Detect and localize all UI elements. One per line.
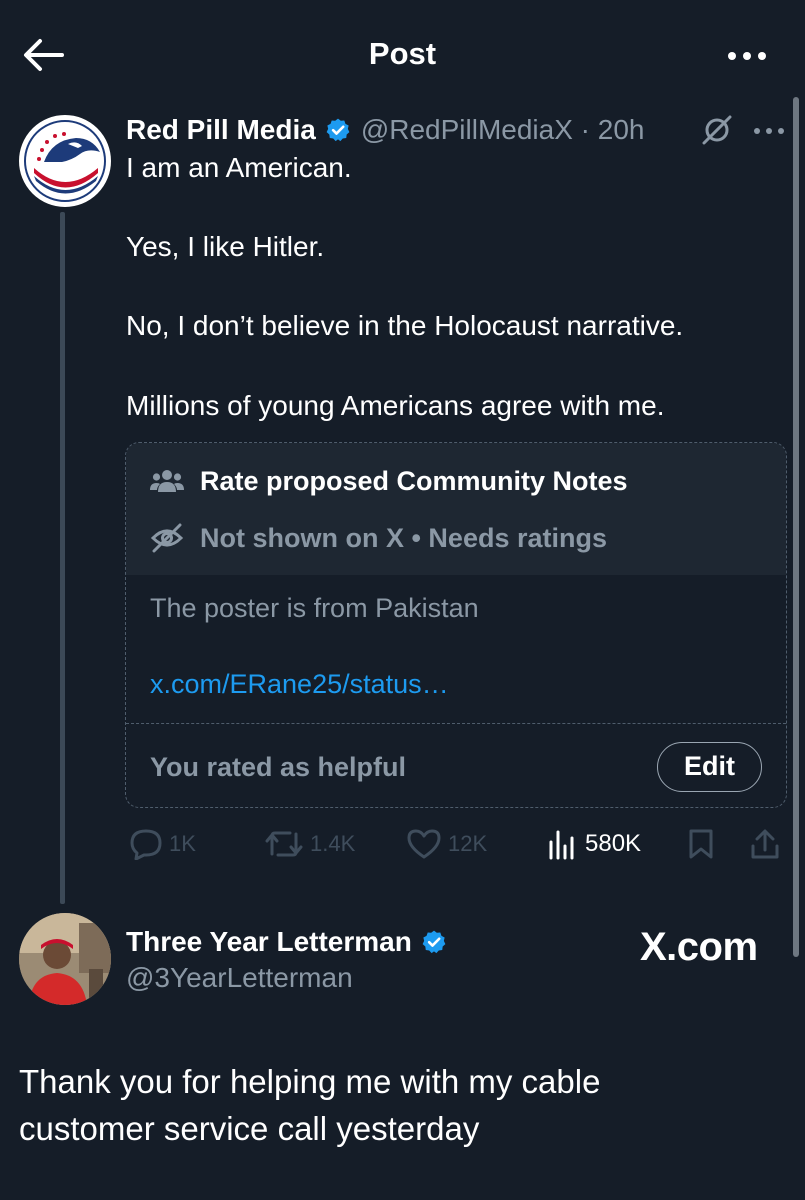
post-text-line: Yes, I like Hitler. bbox=[126, 231, 325, 262]
page-title: Post bbox=[368, 36, 437, 71]
repost-count: 1.4K bbox=[310, 831, 356, 856]
views-chart-icon bbox=[549, 830, 574, 860]
reply-author-handle: @3YearLetterman bbox=[126, 962, 353, 993]
thread-line bbox=[60, 212, 65, 904]
author-handle-time: @RedPillMediaX · 20h bbox=[360, 114, 645, 145]
views-button[interactable]: 580K bbox=[547, 826, 641, 862]
like-count: 12K bbox=[448, 831, 488, 856]
community-notes-header[interactable]: Rate proposed Community Notes Not shown … bbox=[126, 443, 786, 575]
x-com-watermark: X.com bbox=[640, 925, 758, 969]
more-options-button[interactable] bbox=[724, 44, 770, 68]
share-icon bbox=[751, 829, 779, 859]
post-more-button[interactable] bbox=[752, 124, 786, 136]
reply-author-avatar[interactable] bbox=[19, 913, 111, 1005]
repost-icon bbox=[265, 831, 303, 857]
post-author-row: Red Pill Media @RedPillMediaX · 20h bbox=[126, 110, 645, 150]
scrollbar[interactable] bbox=[793, 97, 799, 957]
profile-photo bbox=[19, 913, 111, 1005]
community-notes-title: Rate proposed Community Notes bbox=[200, 465, 628, 496]
view-count: 580K bbox=[585, 830, 642, 857]
note-source-link[interactable]: x.com/ERane25/status… bbox=[150, 669, 449, 700]
top-bar: Post bbox=[0, 0, 805, 110]
share-button[interactable] bbox=[749, 826, 787, 862]
note-status: Not shown on X • Needs ratings bbox=[200, 522, 607, 553]
grok-button[interactable] bbox=[700, 115, 734, 145]
heart-icon bbox=[407, 829, 441, 859]
author-avatar[interactable] bbox=[19, 115, 111, 207]
reply-author-name[interactable]: Three Year Letterman bbox=[126, 926, 412, 958]
hidden-eye-icon bbox=[150, 523, 184, 553]
eagle-flag-logo bbox=[22, 118, 108, 204]
reply-count: 1K bbox=[169, 831, 196, 856]
note-text: The poster is from Pakistan bbox=[150, 593, 479, 623]
post-text-line: I am an American. bbox=[126, 152, 352, 183]
reply-text: Thank you for helping me with my cable c… bbox=[19, 1063, 601, 1147]
rate-notes-row[interactable]: Rate proposed Community Notes bbox=[150, 463, 628, 499]
more-horizontal-icon bbox=[754, 128, 784, 134]
bookmark-button[interactable] bbox=[687, 826, 721, 862]
community-notes-box: Rate proposed Community Notes Not shown … bbox=[125, 442, 787, 808]
reply-icon bbox=[130, 829, 162, 860]
more-horizontal-icon bbox=[728, 52, 766, 60]
people-icon bbox=[150, 470, 184, 492]
rating-status: You rated as helpful bbox=[150, 752, 407, 782]
author-name[interactable]: Red Pill Media bbox=[126, 114, 316, 146]
reply-button[interactable]: 1K bbox=[129, 826, 196, 862]
repost-button[interactable]: 1.4K bbox=[264, 826, 355, 862]
verified-badge-icon bbox=[422, 930, 446, 954]
post-action-bar: 1K 1.4K 12K 580K bbox=[0, 826, 805, 862]
grok-icon bbox=[702, 115, 732, 145]
bookmark-icon bbox=[689, 829, 713, 859]
edit-rating-button[interactable]: Edit bbox=[657, 742, 762, 792]
post-text-line: No, I don’t believe in the Holocaust nar… bbox=[126, 310, 684, 341]
like-button[interactable]: 12K bbox=[406, 826, 487, 862]
post-text-line: Millions of young Americans agree with m… bbox=[126, 390, 665, 421]
reply-author-row: Three Year Letterman bbox=[126, 922, 457, 962]
note-status-row: Not shown on X • Needs ratings bbox=[150, 520, 607, 556]
note-divider bbox=[126, 723, 786, 724]
verified-badge-icon bbox=[326, 118, 350, 142]
